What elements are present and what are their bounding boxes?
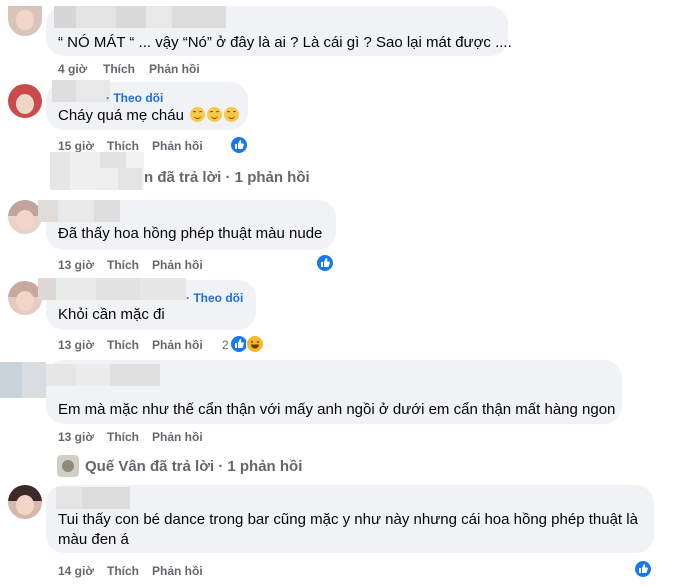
avatar[interactable] (8, 84, 42, 118)
smile-emoji-icon (207, 107, 223, 122)
reply-button[interactable]: Phản hồi (152, 139, 203, 153)
comment-time[interactable]: 13 giờ (58, 258, 94, 272)
like-reaction-icon[interactable] (316, 254, 334, 272)
avatar[interactable] (8, 6, 42, 36)
blurred-avatar (0, 362, 46, 398)
blurred-name (46, 364, 160, 386)
comment-text: Cháy quá mẹ cháu (58, 106, 240, 126)
reply-button[interactable]: Phản hồi (152, 430, 203, 444)
replier-name: Quế Vân đã trả lời (85, 458, 215, 475)
reply-button[interactable]: Phản hồi (152, 564, 203, 578)
like-button[interactable]: Thích (107, 139, 139, 153)
avatar[interactable] (8, 281, 42, 315)
reply-button[interactable]: Phản hồi (152, 338, 203, 352)
blurred-name (56, 487, 130, 509)
view-replies-link[interactable]: n đã trả lời · 1 phản hồi (144, 169, 310, 186)
reply-count: · 1 phản hồi (218, 458, 303, 475)
reply-button[interactable]: Phản hồi (152, 258, 203, 272)
avatar[interactable] (8, 485, 42, 519)
like-reaction-icon[interactable] (230, 136, 248, 154)
comment-text: Đã thấy hoa hồng phép thuật màu nude (58, 225, 323, 242)
like-reaction-icon[interactable] (634, 560, 652, 578)
blurred-name (54, 6, 226, 28)
follow-link[interactable]: · Theo dõi (106, 91, 163, 105)
like-button[interactable]: Thích (107, 258, 139, 272)
smile-emoji-icon (190, 107, 206, 122)
comment-text: Khỏi cần mặc đi (58, 306, 165, 323)
smile-emoji-icon (224, 107, 240, 122)
comment-text: Em mà mặc như thế cẩn thận với mấy anh n… (58, 401, 616, 418)
blurred-name (52, 80, 110, 102)
reply-count: · 1 phản hồi (225, 169, 310, 186)
avatar[interactable] (8, 200, 42, 234)
comment-text-body: Cháy quá mẹ cháu (58, 107, 184, 124)
replier-avatar[interactable] (57, 455, 79, 477)
like-button[interactable]: Thích (107, 430, 139, 444)
follow-link[interactable]: · Theo dõi (186, 291, 243, 305)
comment-time[interactable]: 13 giờ (58, 338, 94, 352)
blurred-name (38, 278, 186, 300)
comment-time[interactable]: 15 giờ (58, 139, 94, 153)
comment-time[interactable]: 14 giờ (58, 564, 94, 578)
comment-time[interactable]: 13 giờ (58, 430, 94, 444)
comment-text-line-2: màu đen á (58, 531, 129, 548)
comment-time[interactable]: 4 giờ (58, 62, 87, 76)
comment-text-line-1: Tui thấy con bé dance trong bar cũng mặc… (58, 511, 638, 528)
replier-name: n đã trả lời (144, 169, 222, 186)
comment-text: “ NÓ MÁT “ ... vậy “Nó” ở đây là ai ? Là… (58, 34, 512, 51)
like-button[interactable]: Thích (107, 564, 139, 578)
blurred-name (96, 168, 142, 190)
reaction-count[interactable]: 2 (222, 338, 229, 352)
reply-button[interactable]: Phản hồi (149, 62, 200, 76)
blurred-name (38, 200, 120, 222)
view-replies-link[interactable]: Quế Vân đã trả lời · 1 phản hồi (85, 458, 302, 475)
like-button[interactable]: Thích (107, 338, 139, 352)
like-button[interactable]: Thích (103, 62, 135, 76)
haha-reaction-icon[interactable] (246, 335, 264, 353)
